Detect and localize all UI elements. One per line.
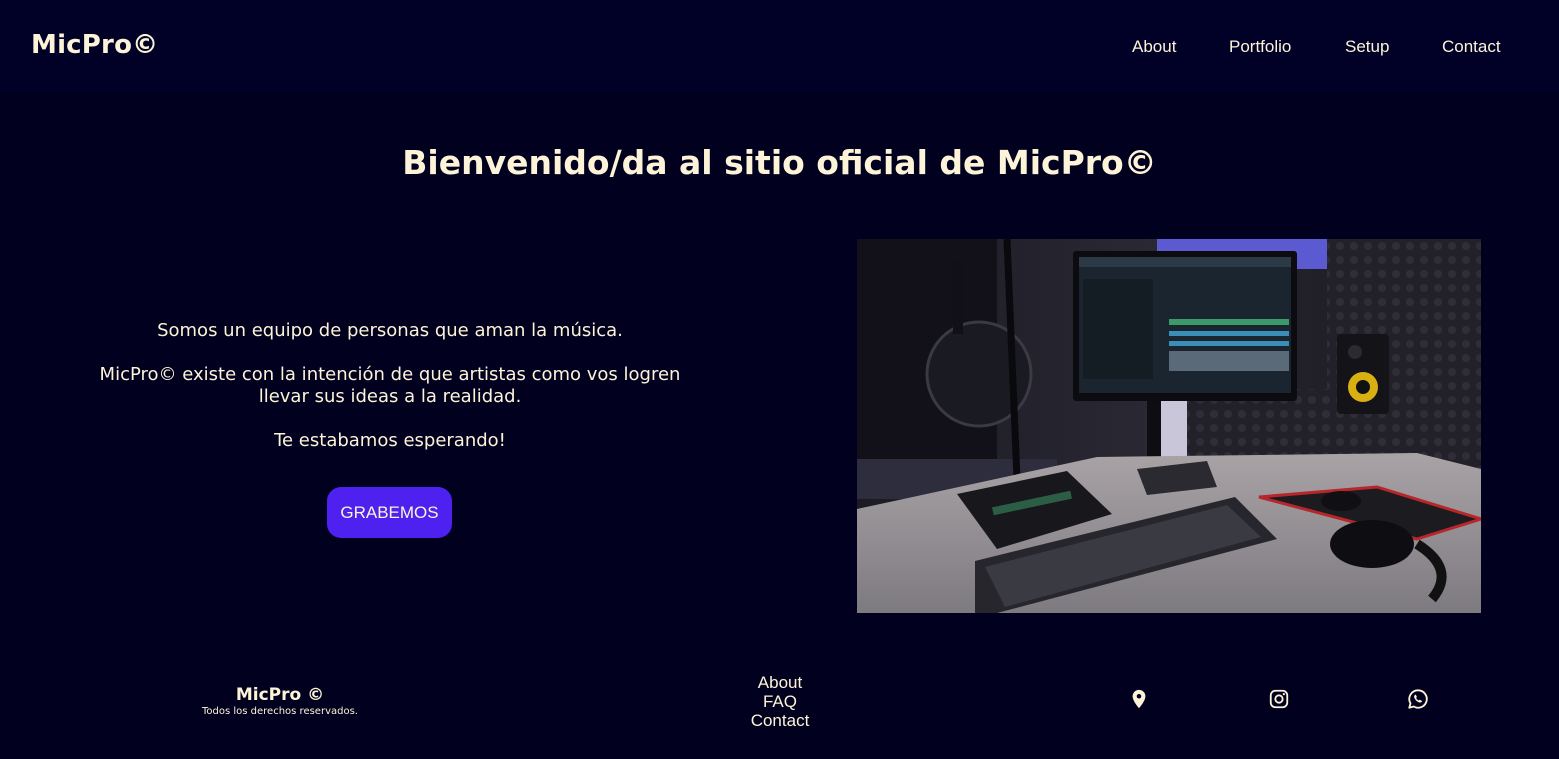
site-footer: MicPro © Todos los derechos reservados. …	[0, 640, 1559, 759]
nav-contact[interactable]: Contact	[1442, 37, 1501, 57]
instagram-icon[interactable]	[1268, 688, 1290, 710]
site-header: MicPro© About Portfolio Setup Contact	[0, 0, 1559, 92]
footer-brand: MicPro © Todos los derechos reservados.	[180, 685, 380, 717]
nav-about[interactable]: About	[1132, 37, 1176, 57]
grabemos-button[interactable]: GRABEMOS	[327, 487, 452, 538]
footer-brand-name: MicPro ©	[235, 685, 325, 705]
footer-link-faq[interactable]: FAQ	[700, 692, 860, 711]
intro-paragraph-3: Te estabamos esperando!	[274, 430, 506, 451]
page-title: Bienvenido/da al sitio oficial de MicPro…	[402, 143, 1157, 182]
intro-text: Somos un equipo de personas que aman la …	[90, 320, 690, 474]
footer-rights: Todos los derechos reservados.	[202, 706, 358, 717]
brand-logo[interactable]: MicPro©	[31, 30, 158, 60]
intro-paragraph-2: MicPro© existe con la intención de que a…	[99, 364, 681, 407]
nav-portfolio[interactable]: Portfolio	[1229, 37, 1291, 57]
footer-link-about[interactable]: About	[700, 673, 860, 692]
studio-desk-photo	[857, 239, 1481, 613]
footer-link-contact[interactable]: Contact	[700, 711, 860, 730]
footer-links: About FAQ Contact	[700, 673, 860, 730]
intro-paragraph-1: Somos un equipo de personas que aman la …	[157, 320, 623, 341]
whatsapp-icon[interactable]	[1407, 688, 1429, 710]
page: MicPro© About Portfolio Setup Contact Bi…	[0, 0, 1559, 759]
location-pin-icon[interactable]	[1128, 688, 1150, 710]
nav-setup[interactable]: Setup	[1345, 37, 1389, 57]
